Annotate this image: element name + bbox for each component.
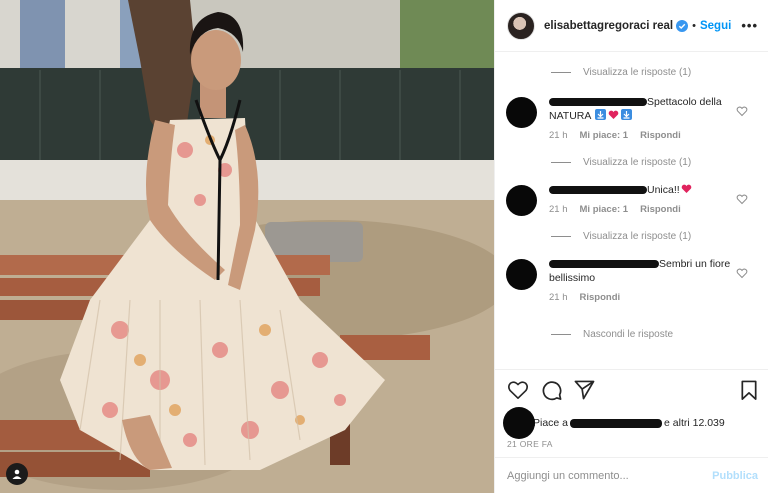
view-replies-link[interactable]: Visualizza le risposte (1) — [495, 227, 768, 245]
tagged-users-button[interactable] — [6, 463, 28, 485]
red-heart-emoji-icon — [608, 110, 619, 119]
liker-avatar[interactable] — [503, 407, 535, 439]
follow-button[interactable]: Segui — [700, 20, 731, 32]
commenter-avatar[interactable] — [506, 259, 537, 290]
comment-text: Spettacolo della NATURA — [549, 95, 738, 123]
comment-item: Sembri un fiore bellissimo 21 h Rispondi — [495, 257, 768, 303]
download-emoji-icon — [620, 109, 632, 120]
redacted-username — [549, 98, 647, 107]
comment-meta: 21 h Rispondi — [549, 292, 738, 303]
view-replies-label: Visualizza le risposte (1) — [583, 230, 692, 242]
reply-button[interactable]: Rispondi — [640, 130, 681, 141]
view-replies-label: Visualizza le risposte (1) — [583, 66, 692, 78]
comment-item: Unica!! 21 h Mi piace: 1 Rispondi — [495, 183, 768, 216]
post-header: elisabettagregoraci real • Segui ••• — [495, 0, 768, 52]
comment-item: Spettacolo della NATURA 21 h Mi piace: 1… — [495, 95, 768, 141]
reply-button[interactable]: Rispondi — [640, 204, 681, 215]
like-comment-heart-icon[interactable] — [736, 267, 748, 279]
likes-suffix[interactable]: e altri 12.039 — [664, 417, 725, 429]
post-actions: Piace a e altri 12.039 21 ORE FA — [495, 369, 768, 449]
redacted-username — [549, 186, 647, 195]
commenter-avatar[interactable] — [506, 185, 537, 216]
replies-divider — [551, 71, 571, 73]
save-bookmark-icon[interactable] — [740, 380, 758, 401]
comment-meta: 21 h Mi piace: 1 Rispondi — [549, 204, 738, 215]
post-photo[interactable] — [0, 0, 494, 493]
commenter-avatar[interactable] — [506, 97, 537, 128]
replies-divider — [551, 333, 571, 335]
hide-replies-label: Nascondi le risposte — [583, 328, 674, 340]
comment-time[interactable]: 21 h — [549, 292, 568, 303]
author-avatar[interactable] — [507, 11, 535, 40]
post-timestamp[interactable]: 21 ORE FA — [507, 439, 758, 449]
share-paper-plane-icon[interactable] — [574, 380, 595, 400]
post-image — [0, 0, 494, 493]
like-comment-heart-icon[interactable] — [736, 105, 748, 117]
comment-likes-count[interactable]: Mi piace: 1 — [580, 130, 629, 141]
comments-list[interactable]: Visualizza le risposte (1) Spettacolo de… — [495, 53, 768, 368]
reply-button[interactable]: Rispondi — [580, 292, 621, 303]
replies-divider — [551, 161, 571, 163]
comment-bubble-icon[interactable] — [541, 380, 562, 401]
comment-likes-count[interactable]: Mi piace: 1 — [580, 204, 629, 215]
action-icons-row — [507, 378, 758, 402]
add-comment-bar: Pubblica — [495, 457, 768, 493]
hide-replies-link[interactable]: Nascondi le risposte — [495, 325, 768, 343]
download-emoji-icon — [594, 109, 606, 120]
comment-meta: 21 h Mi piace: 1 Rispondi — [549, 130, 738, 141]
comment-time[interactable]: 21 h — [549, 204, 568, 215]
red-heart-emoji-icon — [681, 184, 691, 193]
replies-divider — [551, 235, 571, 237]
view-replies-link[interactable]: Visualizza le risposte (1) — [495, 153, 768, 171]
redacted-liker — [570, 418, 663, 428]
redacted-username — [549, 260, 659, 269]
comment-time[interactable]: 21 h — [549, 130, 568, 141]
like-comment-heart-icon[interactable] — [736, 193, 748, 205]
publish-button[interactable]: Pubblica — [712, 470, 758, 482]
author-username[interactable]: elisabettagregoraci real — [544, 20, 673, 32]
comment-text: Sembri un fiore bellissimo — [549, 257, 738, 285]
post-side-panel: elisabettagregoraci real • Segui ••• Vis… — [494, 0, 768, 493]
separator-dot: • — [692, 19, 696, 32]
view-replies-label: Visualizza le risposte (1) — [583, 156, 692, 168]
view-replies-link[interactable]: Visualizza le risposte (1) — [495, 63, 768, 81]
verified-badge-icon — [676, 19, 689, 32]
more-options-icon[interactable]: ••• — [741, 18, 758, 33]
comment-body: Unica!! — [647, 184, 680, 196]
likes-summary[interactable]: Piace a e altri 12.039 — [503, 407, 758, 439]
likes-prefix: Piace a — [533, 417, 569, 429]
user-icon — [12, 469, 22, 479]
comment-text: Unica!! — [549, 183, 738, 197]
like-heart-icon[interactable] — [507, 380, 529, 400]
comment-input[interactable] — [507, 469, 713, 482]
